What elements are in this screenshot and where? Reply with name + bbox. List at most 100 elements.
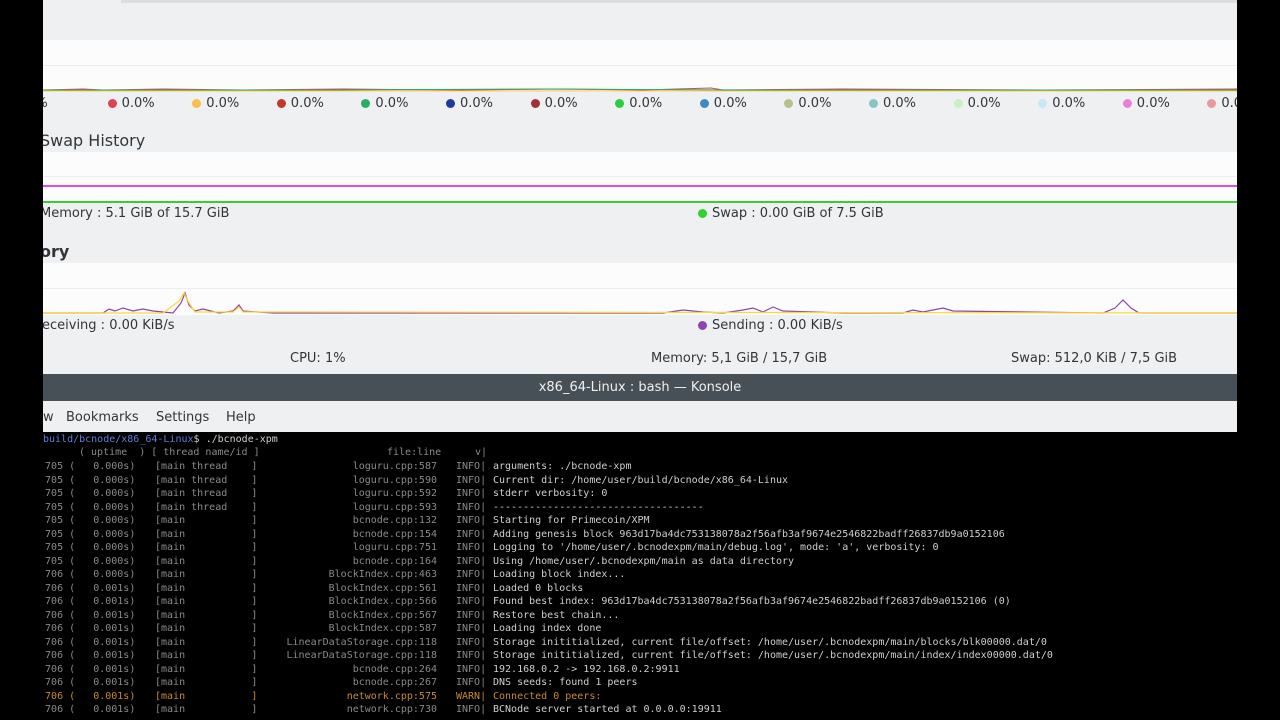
log-uptime: 3.706 ( 0.001s) (43, 690, 136, 702)
cpu-color-dot (192, 99, 202, 108)
cpu-legend-label: 0.0% (713, 96, 747, 111)
log-file: loguru.cpp:590 (352, 474, 437, 486)
memory-swap-plot (43, 152, 1237, 204)
log-line: 3.705 ( 0.000s) [main thread ] loguru.cpp:… (43, 475, 1280, 488)
log-header-file: file:line (387, 447, 442, 458)
log-message: DNS seeds: found 1 peers (493, 677, 638, 688)
log-line: 3.706 ( 0.000s) [main ] BlockIndex.cpp:463… (43, 569, 1280, 582)
log-line: 3.706 ( 0.001s) [main ] network.cpp:730 INF… (43, 704, 1280, 717)
log-thread: [main ] (155, 704, 258, 715)
cpu-legend-item: 0.0% (1207, 96, 1237, 111)
network-history-lines (43, 291, 1237, 314)
log-thread: [main thread ] (155, 501, 258, 513)
cpu-color-dot (530, 99, 540, 108)
network-heading: ory (43, 242, 70, 261)
log-message: BCNode server started at 0.0.0.0:19911 (493, 704, 722, 715)
log-line: 3.705 ( 0.000s) [main thread ] loguru.cpp:… (43, 502, 1280, 515)
log-file: BlockIndex.cpp:566 (328, 596, 437, 607)
log-uptime: 3.705 ( 0.000s) (43, 528, 136, 540)
swap-color-dot (698, 209, 707, 218)
cpu-legend-item: 0.0% (1038, 96, 1085, 111)
sending-legend-label: Sending : 0.00 KiB/s (712, 318, 843, 333)
prompt-command: ./bcnode-xpm (205, 434, 278, 445)
cpu-history-lines (43, 87, 1237, 92)
cpu-legend-label: 0.0% (1221, 96, 1237, 111)
memory-swap-legend: Memory : 5.1 GiB of 15.7 GiB Swap : 0.00… (43, 206, 1237, 226)
log-uptime: 3.705 ( 0.000s) (43, 474, 136, 486)
cpu-legend-label: 0.0% (629, 96, 663, 111)
prompt-path: build/bcnode/x86_64-Linux (43, 434, 194, 445)
cpu-color-dot (276, 99, 286, 108)
menu-settings[interactable]: Settings (156, 410, 209, 425)
swap-line (43, 201, 1237, 203)
log-thread: [main thread ] (155, 461, 258, 472)
log-line: 3.705 ( 0.000s) [main ] bcnode.cpp:154 INFO… (43, 529, 1280, 542)
konsole-menu-bar: w Bookmarks Settings Help (43, 401, 1237, 432)
log-message: Found best index: 963d17ba4dc753138078a2… (493, 596, 1011, 607)
menu-bookmarks[interactable]: Bookmarks (66, 410, 139, 425)
swap-legend-label: Swap : 0.00 GiB of 7.5 GiB (712, 206, 884, 221)
network-legend: eceiving : 0.00 KiB/s Sending : 0.00 KiB… (43, 318, 1237, 338)
top-panel (43, 0, 1237, 40)
log-message: 192.168.0.2 -> 192.168.0.2:9911 (493, 663, 680, 675)
log-uptime: 3.705 ( 0.000s) (43, 542, 136, 553)
log-message: Loaded 0 blocks (493, 582, 584, 594)
log-file: BlockIndex.cpp:463 (328, 569, 437, 580)
cpu-color-dot (107, 99, 117, 108)
log-thread: [main ] (155, 677, 258, 688)
log-uptime: 3.706 ( 0.001s) (43, 650, 136, 661)
log-message: Connected 0 peers: (493, 690, 602, 702)
cpu-legend-label: 0.0% (883, 96, 917, 111)
log-header-level: v| (475, 447, 488, 458)
log-uptime: 3.706 ( 0.001s) (43, 609, 136, 621)
log-uptime: 3.706 ( 0.001s) (43, 582, 136, 594)
log-message: Starting for Primecoin/XPM (493, 515, 650, 526)
log-thread: [main ] (155, 582, 258, 594)
cpu-legend-item: 0.0% (869, 96, 916, 111)
top-panel-frame (121, 0, 1237, 3)
log-thread: [main thread ] (155, 474, 258, 486)
terminal-output[interactable]: build/bcnode/x86_64-Linux$ ./bcnode-xpm … (43, 432, 1280, 720)
cpu-legend-label: 0.0% (460, 96, 494, 111)
log-line: 3.706 ( 0.001s) [main ] BlockIndex.cpp:567… (43, 610, 1280, 623)
log-file: bcnode.cpp:164 (352, 555, 437, 567)
menu-help[interactable]: Help (226, 410, 256, 425)
status-bar: CPU: 1% Memory: 5,1 GiB / 15,7 GiB Swap:… (43, 349, 1237, 369)
log-thread: [main ] (155, 555, 258, 567)
cpu-color-dot (446, 99, 455, 108)
log-line: 3.705 ( 0.000s) [main ] bcnode.cpp:164 INFO… (43, 556, 1280, 569)
cpu-color-dot (784, 99, 794, 108)
cpu-legend-item: 0.0% (1122, 96, 1170, 111)
log-line: 3.706 ( 0.001s) [main ] BlockIndex.cpp:566… (43, 596, 1280, 609)
cpu-legend-label: 0.0% (290, 96, 324, 111)
memory-legend-item: Memory : 5.1 GiB of 15.7 GiB (43, 206, 230, 221)
log-thread: [main ] (155, 596, 258, 607)
cpu-legend-item: 0.0% (953, 96, 1001, 111)
log-uptime: 3.705 ( 0.000s) (43, 501, 136, 513)
cpu-legend-item: 0.0% (530, 96, 578, 111)
cpu-color-dot (953, 99, 963, 108)
log-message: Using /home/user/.bcnodexpm/main as data… (493, 555, 795, 567)
log-thread: [main thread ] (155, 488, 258, 499)
log-file: network.cpp:730 (346, 704, 437, 715)
log-message: stderr verbosity: 0 (493, 488, 608, 499)
log-uptime: 3.706 ( 0.001s) (43, 663, 136, 675)
log-file: loguru.cpp:751 (352, 542, 437, 553)
cpu-color-dot (1122, 99, 1132, 108)
network-history-plot (43, 263, 1237, 315)
log-line: 3.706 ( 0.001s) [main ] LinearDataStorage.… (43, 637, 1280, 650)
memory-line (43, 185, 1237, 187)
log-message: arguments: ./bcnode-xpm (493, 461, 632, 472)
log-uptime: 3.705 ( 0.000s) (43, 515, 136, 526)
sending-legend-item: Sending : 0.00 KiB/s (698, 318, 843, 333)
konsole-title-bar[interactable]: x86_64-Linux : bash — Konsole (43, 374, 1237, 401)
log-file: LinearDataStorage.cpp:118 (286, 636, 437, 648)
cpu-color-dot (1038, 99, 1048, 108)
sending-color-dot (698, 321, 707, 330)
cpu-color-dot (1207, 99, 1217, 108)
log-line: 3.705 ( 0.000s) [main thread ] loguru.cpp:… (43, 461, 1280, 474)
log-line: 3.705 ( 0.000s) [main ] bcnode.cpp:132 INFO… (43, 515, 1280, 528)
log-line: 3.706 ( 0.001s) [main ] BlockIndex.cpp:587… (43, 623, 1280, 636)
menu-view[interactable]: w (43, 410, 54, 425)
log-line: 3.706 ( 0.001s) [main ] network.cpp:575 WAR… (43, 691, 1280, 704)
